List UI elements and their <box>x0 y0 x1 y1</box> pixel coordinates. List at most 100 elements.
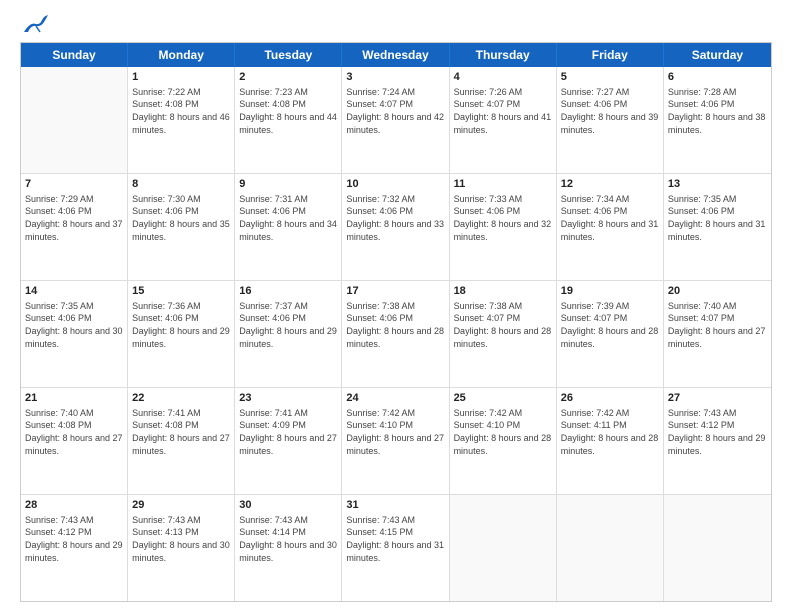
day-number: 16 <box>239 284 337 299</box>
day-number: 8 <box>132 177 230 192</box>
cal-cell-empty-4-6 <box>664 495 771 601</box>
day-number: 11 <box>454 177 552 192</box>
cell-info: Sunrise: 7:41 AM Sunset: 4:09 PM Dayligh… <box>239 407 337 457</box>
day-number: 24 <box>346 391 444 406</box>
cell-info: Sunrise: 7:40 AM Sunset: 4:08 PM Dayligh… <box>25 407 123 457</box>
cell-info: Sunrise: 7:22 AM Sunset: 4:08 PM Dayligh… <box>132 86 230 136</box>
day-number: 30 <box>239 498 337 513</box>
day-number: 4 <box>454 70 552 85</box>
day-number: 21 <box>25 391 123 406</box>
cell-info: Sunrise: 7:31 AM Sunset: 4:06 PM Dayligh… <box>239 193 337 243</box>
cal-cell-30: 30Sunrise: 7:43 AM Sunset: 4:14 PM Dayli… <box>235 495 342 601</box>
cal-cell-24: 24Sunrise: 7:42 AM Sunset: 4:10 PM Dayli… <box>342 388 449 494</box>
cell-info: Sunrise: 7:38 AM Sunset: 4:07 PM Dayligh… <box>454 300 552 350</box>
day-number: 28 <box>25 498 123 513</box>
calendar-body: 1Sunrise: 7:22 AM Sunset: 4:08 PM Daylig… <box>21 67 771 601</box>
cell-info: Sunrise: 7:39 AM Sunset: 4:07 PM Dayligh… <box>561 300 659 350</box>
cell-info: Sunrise: 7:38 AM Sunset: 4:06 PM Dayligh… <box>346 300 444 350</box>
day-number: 31 <box>346 498 444 513</box>
cell-info: Sunrise: 7:27 AM Sunset: 4:06 PM Dayligh… <box>561 86 659 136</box>
page: SundayMondayTuesdayWednesdayThursdayFrid… <box>0 0 792 612</box>
cal-cell-10: 10Sunrise: 7:32 AM Sunset: 4:06 PM Dayli… <box>342 174 449 280</box>
cell-info: Sunrise: 7:29 AM Sunset: 4:06 PM Dayligh… <box>25 193 123 243</box>
cal-cell-5: 5Sunrise: 7:27 AM Sunset: 4:06 PM Daylig… <box>557 67 664 173</box>
cal-cell-16: 16Sunrise: 7:37 AM Sunset: 4:06 PM Dayli… <box>235 281 342 387</box>
day-number: 12 <box>561 177 659 192</box>
day-number: 10 <box>346 177 444 192</box>
cal-row-4: 28Sunrise: 7:43 AM Sunset: 4:12 PM Dayli… <box>21 495 771 601</box>
logo-bird-icon <box>22 14 48 36</box>
cal-row-2: 14Sunrise: 7:35 AM Sunset: 4:06 PM Dayli… <box>21 281 771 388</box>
cell-info: Sunrise: 7:42 AM Sunset: 4:11 PM Dayligh… <box>561 407 659 457</box>
cell-info: Sunrise: 7:30 AM Sunset: 4:06 PM Dayligh… <box>132 193 230 243</box>
cell-info: Sunrise: 7:33 AM Sunset: 4:06 PM Dayligh… <box>454 193 552 243</box>
cal-cell-29: 29Sunrise: 7:43 AM Sunset: 4:13 PM Dayli… <box>128 495 235 601</box>
day-number: 29 <box>132 498 230 513</box>
day-number: 7 <box>25 177 123 192</box>
cell-info: Sunrise: 7:37 AM Sunset: 4:06 PM Dayligh… <box>239 300 337 350</box>
cal-cell-28: 28Sunrise: 7:43 AM Sunset: 4:12 PM Dayli… <box>21 495 128 601</box>
cal-cell-19: 19Sunrise: 7:39 AM Sunset: 4:07 PM Dayli… <box>557 281 664 387</box>
day-number: 19 <box>561 284 659 299</box>
cal-cell-7: 7Sunrise: 7:29 AM Sunset: 4:06 PM Daylig… <box>21 174 128 280</box>
day-number: 23 <box>239 391 337 406</box>
cal-cell-20: 20Sunrise: 7:40 AM Sunset: 4:07 PM Dayli… <box>664 281 771 387</box>
cal-cell-21: 21Sunrise: 7:40 AM Sunset: 4:08 PM Dayli… <box>21 388 128 494</box>
cal-cell-1: 1Sunrise: 7:22 AM Sunset: 4:08 PM Daylig… <box>128 67 235 173</box>
day-number: 14 <box>25 284 123 299</box>
cell-info: Sunrise: 7:43 AM Sunset: 4:13 PM Dayligh… <box>132 514 230 564</box>
cal-cell-empty-4-4 <box>450 495 557 601</box>
cal-cell-18: 18Sunrise: 7:38 AM Sunset: 4:07 PM Dayli… <box>450 281 557 387</box>
day-number: 22 <box>132 391 230 406</box>
cal-cell-23: 23Sunrise: 7:41 AM Sunset: 4:09 PM Dayli… <box>235 388 342 494</box>
cal-cell-17: 17Sunrise: 7:38 AM Sunset: 4:06 PM Dayli… <box>342 281 449 387</box>
cell-info: Sunrise: 7:42 AM Sunset: 4:10 PM Dayligh… <box>454 407 552 457</box>
cal-cell-27: 27Sunrise: 7:43 AM Sunset: 4:12 PM Dayli… <box>664 388 771 494</box>
cal-cell-22: 22Sunrise: 7:41 AM Sunset: 4:08 PM Dayli… <box>128 388 235 494</box>
cell-info: Sunrise: 7:41 AM Sunset: 4:08 PM Dayligh… <box>132 407 230 457</box>
cal-cell-2: 2Sunrise: 7:23 AM Sunset: 4:08 PM Daylig… <box>235 67 342 173</box>
header <box>20 16 772 32</box>
cell-info: Sunrise: 7:35 AM Sunset: 4:06 PM Dayligh… <box>25 300 123 350</box>
day-number: 1 <box>132 70 230 85</box>
cal-row-0: 1Sunrise: 7:22 AM Sunset: 4:08 PM Daylig… <box>21 67 771 174</box>
cal-cell-13: 13Sunrise: 7:35 AM Sunset: 4:06 PM Dayli… <box>664 174 771 280</box>
cell-info: Sunrise: 7:42 AM Sunset: 4:10 PM Dayligh… <box>346 407 444 457</box>
day-number: 18 <box>454 284 552 299</box>
cell-info: Sunrise: 7:34 AM Sunset: 4:06 PM Dayligh… <box>561 193 659 243</box>
calendar-header: SundayMondayTuesdayWednesdayThursdayFrid… <box>21 43 771 67</box>
weekday-header-tuesday: Tuesday <box>235 43 342 67</box>
cal-cell-11: 11Sunrise: 7:33 AM Sunset: 4:06 PM Dayli… <box>450 174 557 280</box>
cell-info: Sunrise: 7:35 AM Sunset: 4:06 PM Dayligh… <box>668 193 767 243</box>
cell-info: Sunrise: 7:23 AM Sunset: 4:08 PM Dayligh… <box>239 86 337 136</box>
weekday-header-thursday: Thursday <box>450 43 557 67</box>
weekday-header-friday: Friday <box>557 43 664 67</box>
cell-info: Sunrise: 7:26 AM Sunset: 4:07 PM Dayligh… <box>454 86 552 136</box>
cal-cell-empty-0-0 <box>21 67 128 173</box>
weekday-header-saturday: Saturday <box>664 43 771 67</box>
calendar: SundayMondayTuesdayWednesdayThursdayFrid… <box>20 42 772 602</box>
cal-cell-15: 15Sunrise: 7:36 AM Sunset: 4:06 PM Dayli… <box>128 281 235 387</box>
cal-cell-6: 6Sunrise: 7:28 AM Sunset: 4:06 PM Daylig… <box>664 67 771 173</box>
cell-info: Sunrise: 7:43 AM Sunset: 4:15 PM Dayligh… <box>346 514 444 564</box>
day-number: 5 <box>561 70 659 85</box>
day-number: 13 <box>668 177 767 192</box>
weekday-header-monday: Monday <box>128 43 235 67</box>
cal-cell-12: 12Sunrise: 7:34 AM Sunset: 4:06 PM Dayli… <box>557 174 664 280</box>
weekday-header-sunday: Sunday <box>21 43 128 67</box>
cal-cell-9: 9Sunrise: 7:31 AM Sunset: 4:06 PM Daylig… <box>235 174 342 280</box>
logo <box>20 16 48 32</box>
cell-info: Sunrise: 7:24 AM Sunset: 4:07 PM Dayligh… <box>346 86 444 136</box>
cal-row-1: 7Sunrise: 7:29 AM Sunset: 4:06 PM Daylig… <box>21 174 771 281</box>
day-number: 26 <box>561 391 659 406</box>
day-number: 2 <box>239 70 337 85</box>
cell-info: Sunrise: 7:40 AM Sunset: 4:07 PM Dayligh… <box>668 300 767 350</box>
cell-info: Sunrise: 7:43 AM Sunset: 4:14 PM Dayligh… <box>239 514 337 564</box>
cal-cell-26: 26Sunrise: 7:42 AM Sunset: 4:11 PM Dayli… <box>557 388 664 494</box>
cell-info: Sunrise: 7:43 AM Sunset: 4:12 PM Dayligh… <box>668 407 767 457</box>
cal-cell-8: 8Sunrise: 7:30 AM Sunset: 4:06 PM Daylig… <box>128 174 235 280</box>
day-number: 25 <box>454 391 552 406</box>
cal-cell-14: 14Sunrise: 7:35 AM Sunset: 4:06 PM Dayli… <box>21 281 128 387</box>
cal-cell-31: 31Sunrise: 7:43 AM Sunset: 4:15 PM Dayli… <box>342 495 449 601</box>
weekday-header-wednesday: Wednesday <box>342 43 449 67</box>
